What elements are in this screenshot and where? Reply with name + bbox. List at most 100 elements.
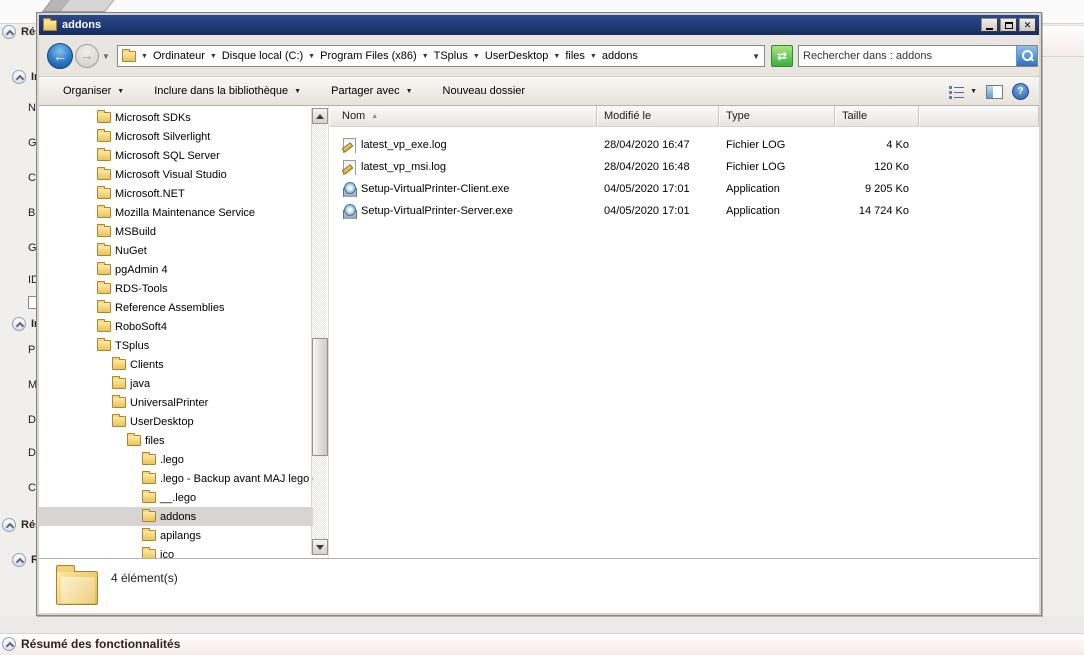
tree-item-label: Microsoft SDKs xyxy=(115,112,191,124)
triangle-up-icon xyxy=(316,114,324,119)
file-row[interactable]: Setup-VirtualPrinter-Client.exe04/05/202… xyxy=(329,178,1039,200)
file-row[interactable]: Setup-VirtualPrinter-Server.exe04/05/202… xyxy=(329,200,1039,222)
breadcrumb-item[interactable]: files xyxy=(565,50,585,62)
breadcrumb-separator-icon[interactable]: ▼ xyxy=(590,53,597,60)
tree-item[interactable]: TSplus xyxy=(39,336,313,355)
tree-item[interactable]: pgAdmin 4 xyxy=(39,260,313,279)
breadcrumb-item[interactable]: Disque local (C:) xyxy=(222,50,303,62)
tree-item[interactable]: RoboSoft4 xyxy=(39,317,313,336)
tree-item-label: Microsoft SQL Server xyxy=(115,150,220,162)
tree-item[interactable]: Microsoft SDKs xyxy=(39,108,313,127)
tree-item[interactable]: MSBuild xyxy=(39,222,313,241)
collapse-chevron-icon[interactable] xyxy=(12,70,26,84)
breadcrumb-item[interactable]: addons xyxy=(602,50,638,62)
tree-item[interactable]: UserDesktop xyxy=(39,412,313,431)
breadcrumb-separator-icon[interactable]: ▼ xyxy=(210,53,217,60)
breadcrumb-item[interactable]: TSplus xyxy=(434,50,468,62)
breadcrumb-item[interactable]: UserDesktop xyxy=(485,50,549,62)
minimize-button[interactable] xyxy=(981,18,998,32)
triangle-down-icon xyxy=(316,545,324,550)
close-button[interactable]: ✕ xyxy=(1019,18,1036,32)
column-header-blank[interactable] xyxy=(919,106,1039,126)
file-cell-size: 4 Ko xyxy=(835,139,919,151)
file-cell-text: Setup-VirtualPrinter-Client.exe xyxy=(361,183,509,195)
breadcrumb-separator-icon[interactable]: ▼ xyxy=(553,53,560,60)
folder-icon xyxy=(142,492,156,503)
views-caret-icon[interactable]: ▼ xyxy=(970,88,977,95)
tree-item[interactable]: files xyxy=(39,431,313,450)
chevron-down-icon: ▼ xyxy=(117,88,124,95)
column-header-nom[interactable]: Nom▲ xyxy=(329,106,597,126)
collapse-chevron-icon[interactable] xyxy=(2,637,16,651)
toolbar-button[interactable]: Inclure dans la bibliothèque▼ xyxy=(146,82,309,100)
titlebar[interactable]: addons ✕ xyxy=(39,15,1039,35)
window-title: addons xyxy=(62,19,981,31)
tree-item[interactable]: RDS-Tools xyxy=(39,279,313,298)
background-section-header[interactable]: R xyxy=(12,553,39,567)
tree-item[interactable]: java xyxy=(39,374,313,393)
file-row[interactable]: latest_vp_msi.log28/04/2020 16:48Fichier… xyxy=(329,156,1039,178)
collapse-chevron-icon[interactable] xyxy=(12,553,26,567)
breadcrumb-separator-icon[interactable]: ▼ xyxy=(422,53,429,60)
tree-item[interactable]: .lego - Backup avant MAJ lego ex xyxy=(39,469,313,488)
tree-item[interactable]: Microsoft Silverlight xyxy=(39,127,313,146)
tree-item-label: NuGet xyxy=(115,245,147,257)
toolbar-button[interactable]: Partager avec▼ xyxy=(323,82,420,100)
collapse-chevron-icon[interactable] xyxy=(2,518,16,532)
refresh-button[interactable]: ⇄ xyxy=(771,45,793,67)
help-button[interactable]: ? xyxy=(1012,83,1029,100)
tree-item[interactable]: Microsoft.NET xyxy=(39,184,313,203)
column-header-taille[interactable]: Taille xyxy=(835,106,919,126)
preview-pane-button[interactable] xyxy=(986,85,1003,99)
search-input[interactable] xyxy=(799,47,1016,65)
scroll-up-button[interactable] xyxy=(312,108,328,124)
nav-history-chevron-icon[interactable]: ▼ xyxy=(102,52,110,61)
tree-item[interactable]: __.lego xyxy=(39,488,313,507)
address-folder-icon xyxy=(122,51,136,62)
breadcrumb-separator-icon[interactable]: ▼ xyxy=(141,53,148,60)
file-row[interactable]: latest_vp_exe.log28/04/2020 16:47Fichier… xyxy=(329,134,1039,156)
collapse-chevron-icon[interactable] xyxy=(12,317,26,331)
scrollbar-thumb[interactable] xyxy=(312,338,328,456)
column-header-modifi-le[interactable]: Modifié le xyxy=(597,106,719,126)
back-button[interactable]: ← xyxy=(47,43,73,69)
tree-item[interactable]: ico xyxy=(39,545,313,558)
tree-item[interactable]: NuGet xyxy=(39,241,313,260)
background-section-resume[interactable]: Résumé des fonctionnalités xyxy=(2,637,180,651)
column-header-type[interactable]: Type xyxy=(719,106,835,126)
file-list-rows: latest_vp_exe.log28/04/2020 16:47Fichier… xyxy=(329,134,1039,222)
scroll-down-button[interactable] xyxy=(312,539,328,555)
forward-button[interactable]: → xyxy=(75,44,99,68)
tree-item[interactable]: Clients xyxy=(39,355,313,374)
folder-icon xyxy=(97,169,111,180)
tree-item[interactable]: Mozilla Maintenance Service xyxy=(39,203,313,222)
tree-item-label: RDS-Tools xyxy=(115,283,168,295)
tree-item[interactable]: UniversalPrinter xyxy=(39,393,313,412)
tree-item[interactable]: apilangs xyxy=(39,526,313,545)
close-icon: ✕ xyxy=(1024,21,1032,30)
file-cell-type: Fichier LOG xyxy=(719,161,835,173)
address-dropdown-icon[interactable]: ▼ xyxy=(746,52,760,61)
maximize-button[interactable] xyxy=(1000,18,1017,32)
collapse-chevron-icon[interactable] xyxy=(2,25,16,39)
breadcrumb-separator-icon[interactable]: ▼ xyxy=(473,53,480,60)
toolbar-button[interactable]: Organiser▼ xyxy=(55,82,132,100)
toolbar-button[interactable]: Nouveau dossier xyxy=(435,82,534,100)
file-cell-type: Application xyxy=(719,205,835,217)
breadcrumb-separator-icon[interactable]: ▼ xyxy=(308,53,315,60)
address-box[interactable]: ▼ Ordinateur ▼ Disque local (C:) ▼ Program Fi… xyxy=(117,45,765,67)
file-cell-size: 9 205 Ko xyxy=(835,183,919,195)
breadcrumb-item[interactable]: Ordinateur xyxy=(153,50,205,62)
tree-item[interactable]: Microsoft SQL Server xyxy=(39,146,313,165)
tree-item[interactable]: .lego xyxy=(39,450,313,469)
tree-item[interactable]: Reference Assemblies xyxy=(39,298,313,317)
file-cell-text: Application xyxy=(726,183,780,195)
search-icon[interactable] xyxy=(1016,46,1037,66)
file-cell-name: latest_vp_exe.log xyxy=(329,138,597,153)
tree-item-selected[interactable]: addons xyxy=(39,507,313,526)
folder-icon xyxy=(112,378,126,389)
breadcrumb-item[interactable]: Program Files (x86) xyxy=(320,50,417,62)
tree-item[interactable]: Microsoft Visual Studio xyxy=(39,165,313,184)
tree-scrollbar[interactable] xyxy=(311,108,327,555)
change-view-button[interactable]: ▼ xyxy=(949,85,977,98)
